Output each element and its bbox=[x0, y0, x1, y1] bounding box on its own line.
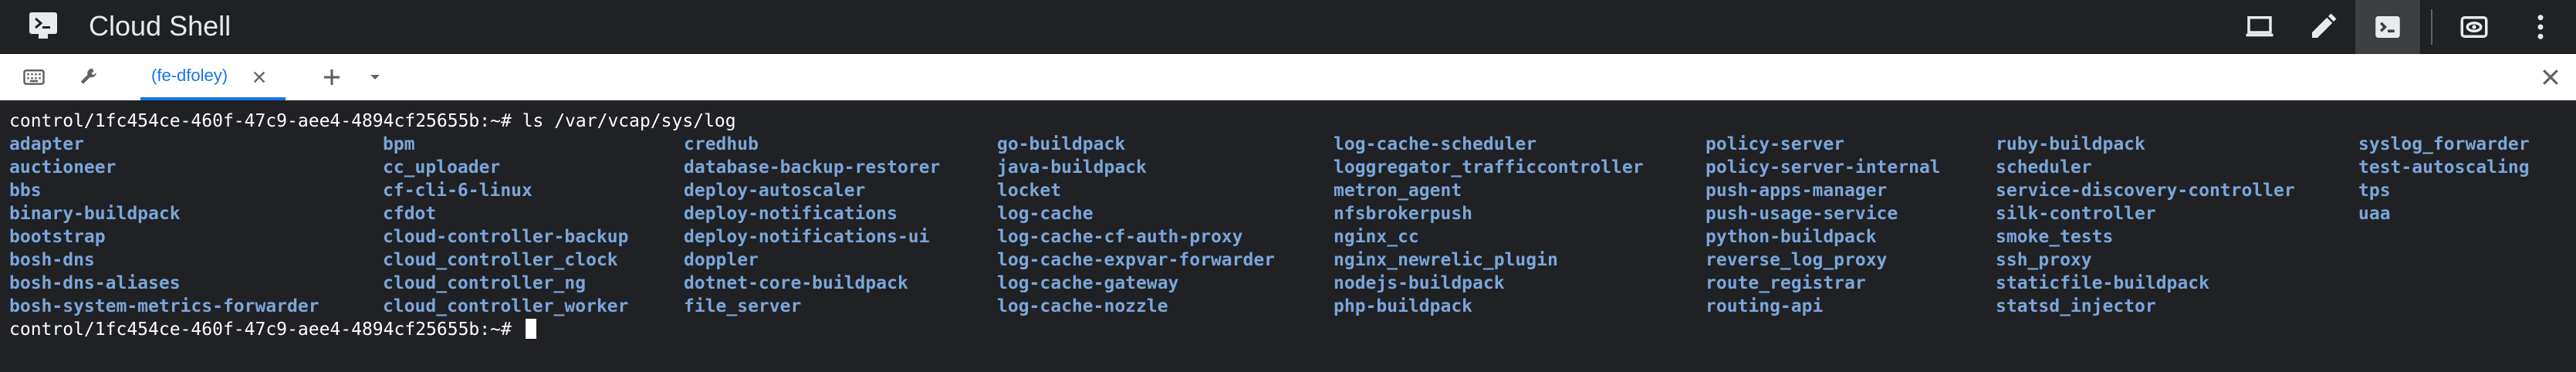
directory-entry: bootstrap bbox=[9, 227, 106, 247]
directory-entry: log-cache-gateway bbox=[997, 273, 1179, 293]
directory-entry: deploy-notifications-ui bbox=[684, 227, 930, 247]
toolbar-divider bbox=[2431, 9, 2432, 45]
directory-entry: log-cache-expvar-forwarder bbox=[997, 250, 1276, 270]
caret-down-icon[interactable] bbox=[361, 54, 389, 100]
directory-entry: staticfile-buildpack bbox=[1996, 273, 2209, 293]
directory-entry: python-buildpack bbox=[1706, 227, 1877, 247]
directory-entry: test-autoscaling bbox=[2358, 157, 2530, 178]
directory-entry: bosh-system-metrics-forwarder bbox=[9, 296, 319, 316]
directory-entry: route_registrar bbox=[1706, 273, 1866, 293]
directory-entry: syslog_forwarder bbox=[2358, 134, 2530, 154]
directory-entry: binary-buildpack bbox=[9, 204, 181, 224]
directory-entry: cloud_controller_clock bbox=[383, 250, 618, 270]
directory-entry: locket bbox=[997, 181, 1062, 201]
directory-entry: deploy-autoscaler bbox=[684, 181, 866, 201]
keyboard-icon[interactable] bbox=[15, 54, 52, 100]
directory-entry: nginx_newrelic_plugin bbox=[1334, 250, 1558, 270]
tab-bar: (fe-dfoley) bbox=[0, 54, 2576, 100]
directory-entry: ruby-buildpack bbox=[1996, 134, 2145, 154]
directory-entry: file_server bbox=[684, 296, 802, 316]
directory-entry: routing-api bbox=[1706, 296, 1824, 316]
directory-entry: cloud_controller_worker bbox=[383, 296, 629, 316]
directory-entry: log-cache bbox=[997, 204, 1094, 224]
terminal-prompt[interactable]: control/1fc454ce-460f-47c9-aee4-4894cf25… bbox=[9, 318, 536, 341]
terminal-command-line: control/1fc454ce-460f-47c9-aee4-4894cf25… bbox=[9, 111, 736, 131]
directory-entry: bpm bbox=[383, 134, 415, 154]
directory-entry: loggregator_trafficcontroller bbox=[1334, 157, 1644, 178]
app-title: Cloud Shell bbox=[89, 10, 232, 42]
prompt-text: control/1fc454ce-460f-47c9-aee4-4894cf25… bbox=[9, 320, 522, 340]
directory-entry: nginx_cc bbox=[1334, 227, 1419, 247]
directory-entry: ssh_proxy bbox=[1996, 250, 2092, 270]
directory-entry: log-cache-scheduler bbox=[1334, 134, 1537, 154]
directory-entry: scheduler bbox=[1996, 157, 2092, 178]
directory-entry: policy-server bbox=[1706, 134, 1845, 154]
cloud-shell-logo-icon bbox=[28, 11, 59, 42]
directory-entry: cfdot bbox=[383, 204, 437, 224]
directory-entry: deploy-notifications bbox=[684, 204, 898, 224]
directory-entry: silk-controller bbox=[1996, 204, 2156, 224]
directory-entry: log-cache-nozzle bbox=[997, 296, 1168, 316]
directory-entry: credhub bbox=[684, 134, 759, 154]
web-preview-icon[interactable] bbox=[2442, 0, 2507, 54]
terminal[interactable]: control/1fc454ce-460f-47c9-aee4-4894cf25… bbox=[0, 100, 2576, 372]
tab-session[interactable]: (fe-dfoley) bbox=[140, 54, 286, 100]
directory-entry: push-apps-manager bbox=[1706, 181, 1888, 201]
directory-entry: nodejs-buildpack bbox=[1334, 273, 1505, 293]
directory-entry: bbs bbox=[9, 181, 42, 201]
directory-entry: push-usage-service bbox=[1706, 204, 1898, 224]
close-panel-icon[interactable] bbox=[2531, 54, 2570, 100]
directory-entry: php-buildpack bbox=[1334, 296, 1473, 316]
directory-entry: database-backup-restorer bbox=[684, 157, 941, 178]
close-icon[interactable] bbox=[248, 66, 270, 88]
directory-entry: cc_uploader bbox=[383, 157, 501, 178]
wrench-icon[interactable] bbox=[71, 54, 108, 100]
title-bar: Cloud Shell bbox=[0, 0, 2576, 54]
directory-entry: doppler bbox=[684, 250, 759, 270]
directory-entry: go-buildpack bbox=[997, 134, 1126, 154]
more-vert-icon[interactable] bbox=[2508, 0, 2573, 54]
directory-entry: java-buildpack bbox=[997, 157, 1147, 178]
pencil-icon[interactable] bbox=[2290, 0, 2355, 54]
directory-entry: cf-cli-6-linux bbox=[383, 181, 532, 201]
directory-entry: reverse_log_proxy bbox=[1706, 250, 1888, 270]
directory-entry: adapter bbox=[9, 134, 84, 154]
directory-entry: policy-server-internal bbox=[1706, 157, 1941, 178]
directory-entry: bosh-dns bbox=[9, 250, 95, 270]
terminal-icon[interactable] bbox=[2355, 0, 2420, 54]
directory-entry: metron_agent bbox=[1334, 181, 1462, 201]
laptop-icon[interactable] bbox=[2227, 0, 2292, 54]
directory-entry: log-cache-cf-auth-proxy bbox=[997, 227, 1243, 247]
terminal-cursor bbox=[525, 319, 536, 339]
directory-entry: cloud_controller_ng bbox=[383, 273, 587, 293]
directory-entry: smoke_tests bbox=[1996, 227, 2114, 247]
directory-entry: tps bbox=[2358, 181, 2391, 201]
directory-entry: bosh-dns-aliases bbox=[9, 273, 181, 293]
directory-entry: cloud-controller-backup bbox=[383, 227, 629, 247]
directory-entry: service-discovery-controller bbox=[1996, 181, 2295, 201]
plus-icon[interactable] bbox=[313, 54, 350, 100]
directory-entry: uaa bbox=[2358, 204, 2391, 224]
tab-label: (fe-dfoley) bbox=[151, 66, 228, 85]
directory-entry: dotnet-core-buildpack bbox=[684, 273, 908, 293]
directory-entry: auctioneer bbox=[9, 157, 117, 178]
directory-entry: nfsbrokerpush bbox=[1334, 204, 1473, 224]
directory-entry: statsd_injector bbox=[1996, 296, 2156, 316]
